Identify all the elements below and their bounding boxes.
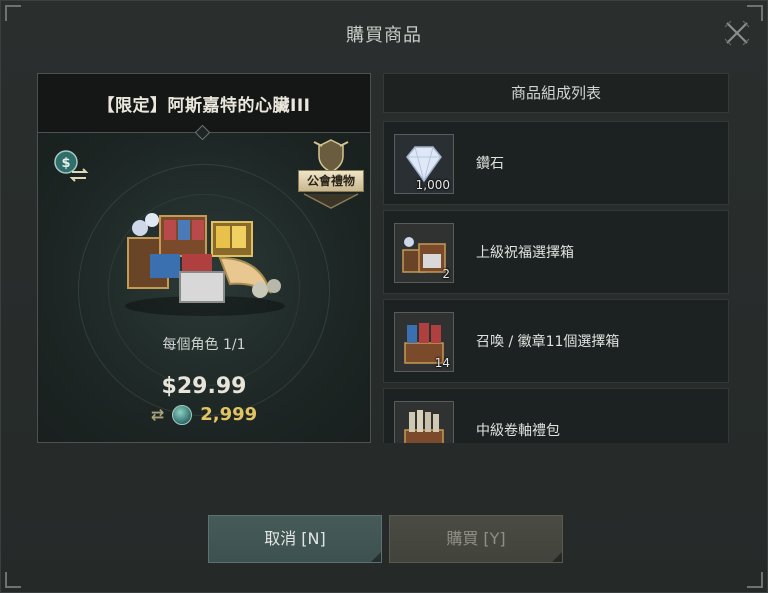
chest-icon: 2 — [394, 223, 454, 283]
purchase-dialog: 購買商品 【限定】阿斯嘉特的心臟III $ 公會禮物 每個角色 1/1 $29.… — [0, 0, 768, 593]
list-item[interactable]: 中級卷軸禮包 — [383, 388, 729, 443]
button-notch — [552, 552, 562, 562]
list-item[interactable]: 14 召喚 / 徽章11個選擇箱 — [383, 299, 729, 383]
scroll-chest-icon — [394, 401, 454, 443]
frame-corner — [5, 5, 21, 21]
item-quantity: 2 — [442, 267, 450, 281]
contents-list-header: 商品組成列表 — [383, 73, 729, 113]
list-item[interactable]: 1,000 鑽石 — [383, 121, 729, 205]
exchange-arrows-icon: ⇄ — [150, 405, 165, 424]
bundle-image — [120, 198, 290, 318]
alt-price: ⇄ 2,999 — [38, 404, 370, 425]
coin-icon — [172, 404, 193, 425]
cancel-button[interactable]: 取消 [N] — [208, 515, 382, 563]
guild-gift-badge: 公會禮物 — [294, 138, 368, 210]
alt-price-value: 2,999 — [200, 404, 258, 425]
cancel-button-label: 取消 [N] — [264, 529, 326, 548]
item-quantity: 14 — [434, 356, 450, 370]
svg-text:$: $ — [61, 156, 70, 171]
button-notch — [371, 552, 381, 562]
list-item[interactable]: 2 上級祝福選擇箱 — [383, 210, 729, 294]
guild-gift-label: 公會禮物 — [298, 170, 364, 192]
contents-list[interactable]: 1,000 鑽石 2 上級祝福選擇箱 14 召喚 / 徽章11個選擇箱 中級卷軸… — [383, 121, 729, 443]
item-name: 上級祝福選擇箱 — [476, 245, 574, 261]
frame-corner — [747, 572, 763, 588]
dialog-title: 購買商品 — [346, 25, 422, 46]
item-quantity: 1,000 — [415, 178, 450, 192]
close-icon — [724, 20, 750, 46]
item-name: 中級卷軸禮包 — [476, 423, 560, 439]
diamond-icon: 1,000 — [394, 134, 454, 194]
product-preview-panel: 【限定】阿斯嘉特的心臟III $ 公會禮物 每個角色 1/1 $29.99 ⇄ … — [37, 73, 371, 443]
item-name: 召喚 / 徽章11個選擇箱 — [476, 334, 620, 350]
product-header: 【限定】阿斯嘉特的心臟III — [38, 74, 370, 133]
product-title: 【限定】阿斯嘉特的心臟III — [97, 95, 311, 116]
frame-corner — [5, 572, 21, 588]
close-button[interactable] — [723, 19, 751, 47]
buy-button-label: 購買 [Y] — [446, 529, 506, 548]
currency-exchange-icon[interactable]: $ — [52, 150, 92, 184]
price: $29.99 — [161, 374, 247, 399]
card-chest-icon: 14 — [394, 312, 454, 372]
purchase-limit: 每個角色 1/1 — [162, 337, 246, 353]
buy-button[interactable]: 購買 [Y] — [389, 515, 563, 563]
item-name: 鑽石 — [476, 156, 504, 172]
